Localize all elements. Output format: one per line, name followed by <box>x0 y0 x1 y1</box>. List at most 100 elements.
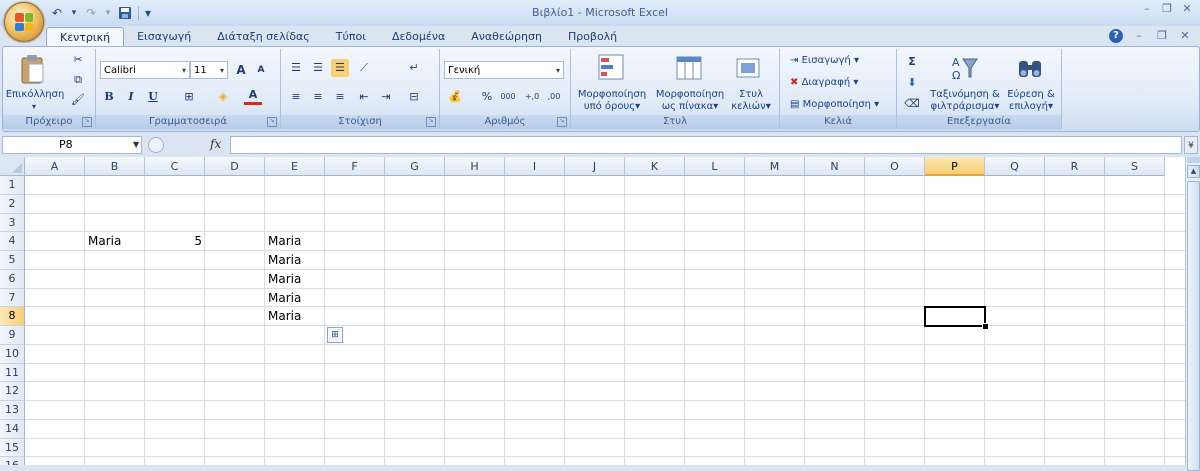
tab-data[interactable]: Δεδομένα <box>379 27 458 46</box>
name-box[interactable]: P8 <box>2 136 142 154</box>
cut-icon[interactable]: ✂ <box>69 51 87 69</box>
row-header-6[interactable]: 6 <box>0 269 25 289</box>
column-header-m[interactable]: M <box>745 157 805 176</box>
format-painter-icon[interactable]: 🖌 <box>69 91 87 109</box>
merge-center-icon[interactable]: ⊟ <box>405 88 423 106</box>
row-header-15[interactable]: 15 <box>0 438 25 458</box>
column-header-i[interactable]: I <box>505 157 565 176</box>
column-header-n[interactable]: N <box>805 157 865 176</box>
sort-filter-icon[interactable]: A Ω <box>949 53 979 83</box>
close-icon[interactable]: ✕ <box>1180 2 1194 16</box>
decrease-indent-icon[interactable]: ⇤ <box>355 88 373 106</box>
column-header-o[interactable]: O <box>865 157 925 176</box>
row-header-10[interactable]: 10 <box>0 344 25 364</box>
decrease-decimal-button[interactable]: ,00 <box>544 88 564 106</box>
workbook-minimize-icon[interactable]: – <box>1132 29 1146 43</box>
vertical-scrollbar[interactable]: ▲ <box>1185 157 1200 471</box>
cell-e6[interactable]: Maria <box>265 270 325 288</box>
paste-icon[interactable] <box>21 55 45 85</box>
number-launcher-icon[interactable]: ↘ <box>557 117 567 127</box>
align-right-icon[interactable]: ≡ <box>331 88 349 106</box>
fill-color-icon[interactable]: ◈ <box>214 88 232 106</box>
column-header-p[interactable]: P <box>925 157 985 176</box>
spreadsheet-grid[interactable]: A B C D E F G H I J K L M N O P Q R S 1 2 3 4 5 6 7 8 9 10 11 12 13 14 15… <box>0 157 1185 465</box>
autosum-button[interactable]: Σ <box>903 53 921 71</box>
comma-style-button[interactable]: 000 <box>498 88 518 106</box>
borders-icon[interactable]: ⊞ <box>180 88 198 106</box>
tab-review[interactable]: Αναθεώρηση <box>458 27 555 46</box>
column-header-f[interactable]: F <box>325 157 385 176</box>
cell-styles-icon[interactable] <box>735 53 765 83</box>
font-color-icon[interactable]: A <box>244 88 262 105</box>
select-all-button[interactable] <box>0 157 25 176</box>
formula-input[interactable] <box>230 136 1182 154</box>
format-cells-button[interactable]: ▤ Μορφοποίηση ▾ <box>790 99 879 110</box>
find-select-icon[interactable] <box>1015 53 1045 83</box>
format-as-table-icon[interactable] <box>675 53 705 83</box>
column-header-q[interactable]: Q <box>985 157 1045 176</box>
font-name-select[interactable]: Calibri ▾ <box>100 61 190 79</box>
copy-icon[interactable]: ⧉ <box>69 71 87 89</box>
workbook-restore-icon[interactable]: ❐ <box>1155 29 1169 43</box>
align-center-icon[interactable]: ≡ <box>309 88 327 106</box>
row-header-13[interactable]: 13 <box>0 401 25 420</box>
paste-dropdown-icon[interactable]: ▾ <box>29 101 39 113</box>
column-header-j[interactable]: J <box>565 157 625 176</box>
font-launcher-icon[interactable]: ↘ <box>267 117 277 127</box>
chevron-down-icon[interactable]: ▼ <box>133 140 139 149</box>
tab-insert[interactable]: Εισαγωγή <box>124 27 204 46</box>
minimize-icon[interactable]: – <box>1140 2 1154 16</box>
underline-button[interactable]: U <box>144 88 162 106</box>
tab-view[interactable]: Προβολή <box>555 27 630 46</box>
insert-function-icon[interactable]: fx <box>210 137 221 151</box>
orientation-icon[interactable]: ⟋ <box>355 59 373 77</box>
active-cell-cursor[interactable] <box>924 306 986 327</box>
workbook-close-icon[interactable]: ✕ <box>1178 29 1192 43</box>
office-button[interactable] <box>4 2 44 42</box>
scrollbar-thumb[interactable] <box>1187 181 1200 471</box>
column-header-g[interactable]: G <box>385 157 445 176</box>
help-icon[interactable]: ? <box>1109 29 1123 43</box>
format-as-table-button[interactable]: Μορφοποίηση ως πίνακα▾ <box>651 89 729 113</box>
cell-e7[interactable]: Maria <box>265 289 325 307</box>
row-header-3[interactable]: 3 <box>0 213 25 233</box>
column-header-k[interactable]: K <box>625 157 685 176</box>
column-header-a[interactable]: A <box>25 157 85 176</box>
fill-handle[interactable] <box>982 323 989 330</box>
cell-b4[interactable]: Maria <box>85 232 145 250</box>
bold-button[interactable]: B <box>100 88 118 106</box>
column-header-r[interactable]: R <box>1045 157 1105 176</box>
currency-icon[interactable]: 💰 <box>446 88 464 106</box>
column-header-c[interactable]: C <box>145 157 205 176</box>
row-header-14[interactable]: 14 <box>0 419 25 439</box>
row-header-16[interactable]: 16 <box>0 457 25 465</box>
cell-e4[interactable]: Maria <box>265 232 325 250</box>
row-header-11[interactable]: 11 <box>0 363 25 383</box>
row-header-8[interactable]: 8 <box>0 307 25 326</box>
wrap-text-icon[interactable]: ↵ <box>405 59 423 77</box>
italic-button[interactable]: I <box>122 88 140 106</box>
conditional-formatting-icon[interactable] <box>597 53 627 83</box>
delete-cells-button[interactable]: ✖ Διαγραφή ▾ <box>790 77 858 88</box>
increase-decimal-button[interactable]: +,0 <box>522 88 542 106</box>
expand-formula-bar-icon[interactable]: ¥ <box>1184 136 1198 154</box>
paste-button[interactable]: Επικόλληση <box>5 89 65 101</box>
cell-styles-button[interactable]: Στυλ κελιών▾ <box>727 89 775 113</box>
row-header-5[interactable]: 5 <box>0 251 25 270</box>
row-header-1[interactable]: 1 <box>0 176 25 195</box>
cell-e8[interactable]: Maria <box>265 307 325 325</box>
grow-font-icon[interactable]: A <box>232 61 250 79</box>
tab-home[interactable]: Κεντρική <box>46 27 125 47</box>
column-header-l[interactable]: L <box>685 157 745 176</box>
tab-formulas[interactable]: Τύποι <box>323 27 379 46</box>
column-header-b[interactable]: B <box>85 157 145 176</box>
column-header-h[interactable]: H <box>445 157 505 176</box>
insert-cells-button[interactable]: ⇥ Εισαγωγή ▾ <box>790 55 859 66</box>
formula-bar-resize-icon[interactable] <box>148 137 164 153</box>
row-header-7[interactable]: 7 <box>0 288 25 308</box>
alignment-launcher-icon[interactable]: ↘ <box>426 117 436 127</box>
font-size-select[interactable]: 11 ▾ <box>190 61 228 79</box>
column-header-e[interactable]: E <box>265 157 325 176</box>
increase-indent-icon[interactable]: ⇥ <box>377 88 395 106</box>
number-format-select[interactable]: Γενική ▾ <box>444 61 564 79</box>
